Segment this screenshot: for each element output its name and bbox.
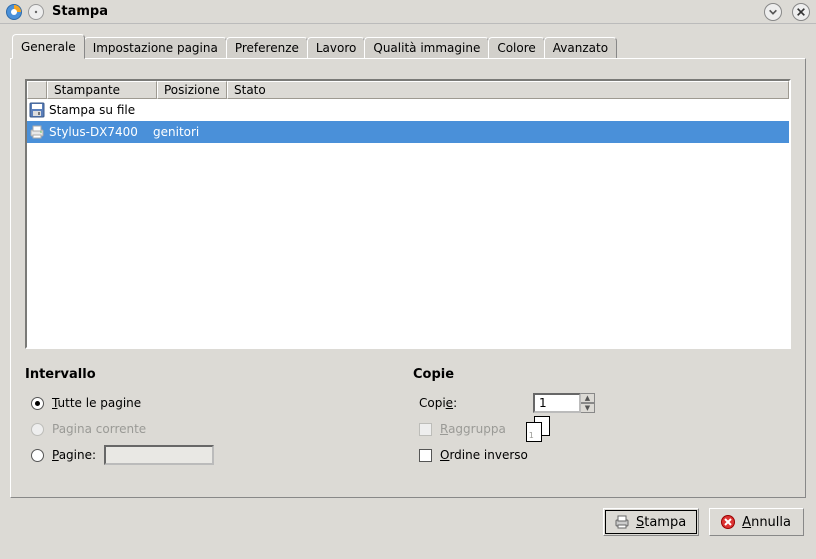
printer-name: Stampa su file [49, 103, 135, 117]
copies-input[interactable] [533, 393, 581, 413]
copies-label: Copie: [413, 396, 533, 410]
dialog-body: Generale Impostazione pagina Preferenze … [0, 24, 816, 544]
col-location[interactable]: Posizione [157, 81, 227, 99]
print-button-label: Stampa [636, 515, 686, 530]
printer-location: genitori [153, 125, 199, 139]
print-button[interactable]: Stampa [603, 508, 699, 536]
collate-row: Raggruppa 2 1 [413, 416, 791, 442]
printer-row[interactable]: Stampa su file [27, 99, 789, 121]
copies-heading: Copie [413, 367, 791, 382]
cancel-icon [720, 514, 736, 530]
close-button[interactable] [792, 3, 810, 21]
shade-button[interactable] [28, 4, 44, 20]
titlebar: Stampa [0, 0, 816, 24]
radio-icon [31, 449, 44, 462]
spin-up[interactable]: ▲ [581, 393, 595, 403]
col-printer[interactable]: Stampante [47, 81, 157, 99]
printer-list[interactable]: Stampante Posizione Stato Stampa su file [25, 79, 791, 349]
tab-job[interactable]: Lavoro [307, 37, 366, 58]
cancel-button-label: Annulla [742, 515, 791, 530]
range-all[interactable]: Tutte le pagine [25, 390, 403, 416]
tab-preferences[interactable]: Preferenze [226, 37, 308, 58]
collate-icon: 2 1 [526, 416, 552, 442]
cancel-button[interactable]: Annulla [709, 508, 804, 536]
copies-spinner[interactable]: ▲ ▼ [533, 393, 595, 413]
checkbox-icon [419, 449, 432, 462]
dialog-buttons: Stampa Annulla [10, 508, 806, 536]
range-current-label: Pagina corrente [52, 422, 146, 436]
reverse-row[interactable]: Ordine inverso [413, 442, 791, 468]
save-to-file-icon [29, 102, 45, 118]
tab-advanced[interactable]: Avanzato [544, 37, 617, 58]
range-pages[interactable]: Pagine: [25, 442, 403, 468]
printer-icon [614, 514, 630, 530]
tab-general[interactable]: Generale [12, 34, 85, 59]
range-group: Intervallo Tutte le pagine Pagina corren… [25, 367, 403, 468]
printer-list-header: Stampante Posizione Stato [27, 81, 789, 99]
spin-down[interactable]: ▼ [581, 403, 595, 413]
range-pages-label: Pagine: [52, 448, 96, 462]
tab-bar: Generale Impostazione pagina Preferenze … [10, 34, 806, 58]
radio-icon [31, 423, 44, 436]
copies-group: Copie Copie: ▲ ▼ Raggruppa 2 [413, 367, 791, 468]
tab-color[interactable]: Colore [488, 37, 544, 58]
printer-name: Stylus-DX7400 [49, 125, 149, 139]
checkbox-icon [419, 423, 432, 436]
tab-image-quality[interactable]: Qualità immagine [364, 37, 489, 58]
col-icon[interactable] [27, 81, 47, 99]
printer-icon [29, 124, 45, 140]
window-title: Stampa [52, 4, 108, 19]
printer-list-body: Stampa su file Stylus-DX7400 genitori [27, 99, 789, 143]
range-current: Pagina corrente [25, 416, 403, 442]
pages-input[interactable] [104, 445, 214, 465]
minimize-button[interactable] [764, 3, 782, 21]
app-icon [6, 4, 22, 20]
radio-icon [31, 397, 44, 410]
printer-row[interactable]: Stylus-DX7400 genitori [27, 121, 789, 143]
collate-label: Raggruppa [440, 422, 506, 436]
tab-page-setup[interactable]: Impostazione pagina [84, 37, 227, 58]
range-heading: Intervallo [25, 367, 403, 382]
reverse-label: Ordine inverso [440, 448, 528, 462]
range-all-label: Tutte le pagine [52, 396, 141, 410]
col-state[interactable]: Stato [227, 81, 789, 99]
tab-panel-general: Stampante Posizione Stato Stampa su file [10, 58, 806, 498]
